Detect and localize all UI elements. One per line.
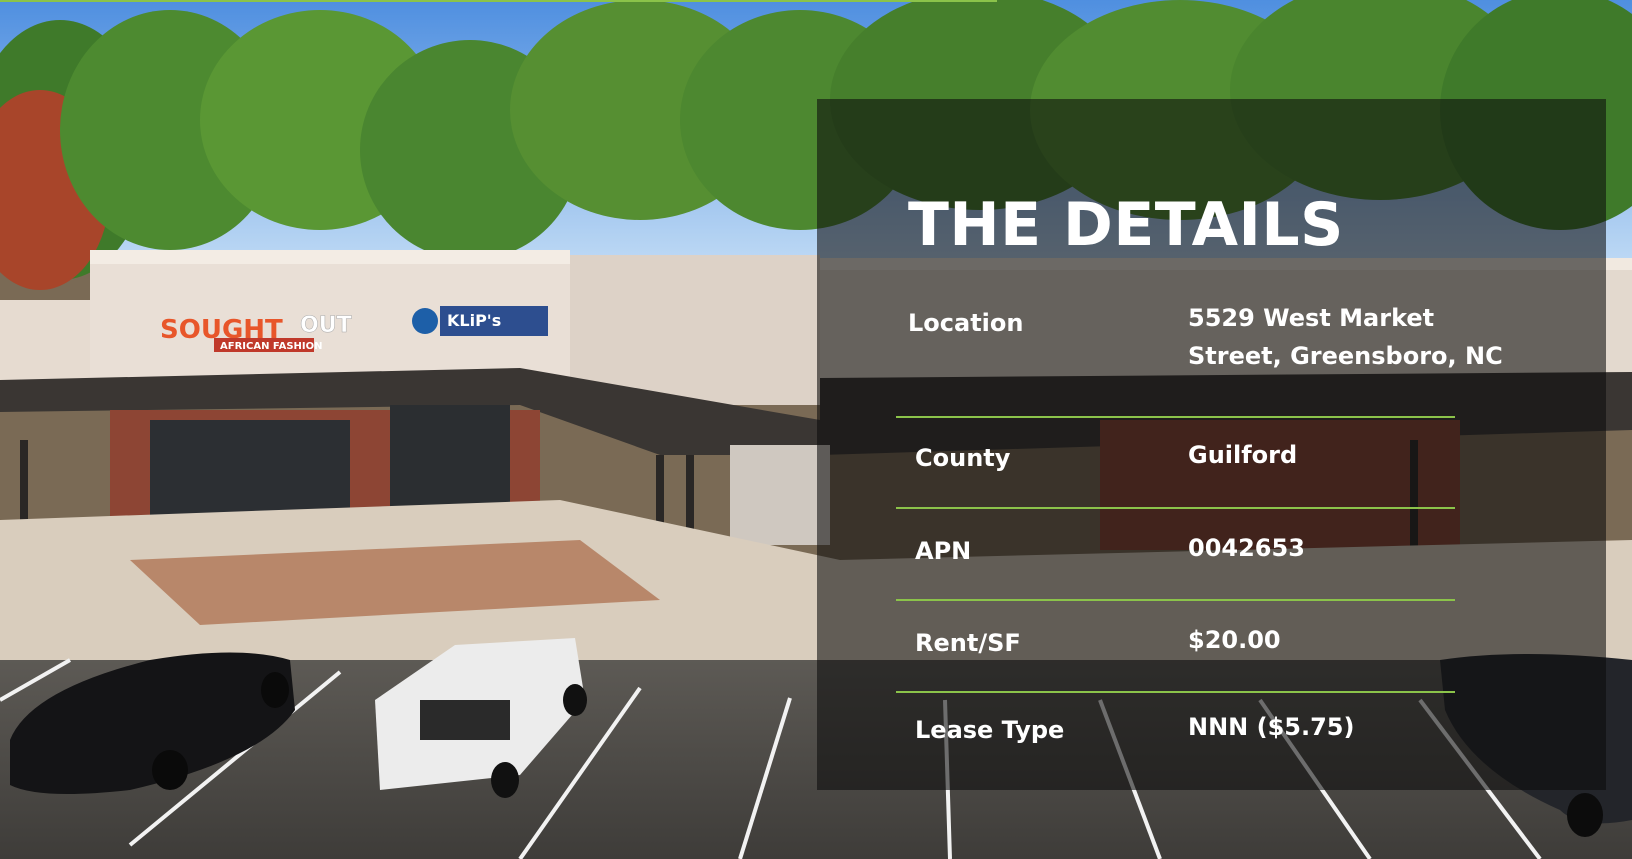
divider: [896, 691, 1455, 693]
progress-bar: [0, 0, 997, 2]
panel-title: THE DETAILS: [908, 190, 1344, 260]
detail-value: 5529 West Market Street, Greensboro, NC: [1188, 304, 1503, 371]
detail-label: County: [915, 444, 1011, 472]
detail-value: Guilford: [1188, 441, 1298, 469]
details-panel: THE DETAILS Location 5529 West Market St…: [817, 99, 1606, 790]
detail-label: Rent/SF: [915, 629, 1021, 657]
detail-label: Lease Type: [915, 716, 1065, 744]
svg-text:AFRICAN FASHION: AFRICAN FASHION: [220, 341, 323, 352]
detail-label: Location: [908, 309, 1024, 337]
detail-value: 0042653: [1188, 534, 1305, 562]
divider: [896, 507, 1455, 509]
divider: [896, 599, 1455, 601]
svg-text:OUT: OUT: [300, 313, 352, 338]
property-slide: SOUGHT OUT AFRICAN FASHION KLiP's THE DE…: [0, 0, 1632, 859]
divider: [896, 416, 1455, 418]
detail-value: $20.00: [1188, 626, 1281, 654]
detail-label: APN: [915, 537, 972, 565]
detail-value: NNN ($5.75): [1188, 713, 1355, 741]
svg-text:KLiP's: KLiP's: [447, 311, 501, 330]
